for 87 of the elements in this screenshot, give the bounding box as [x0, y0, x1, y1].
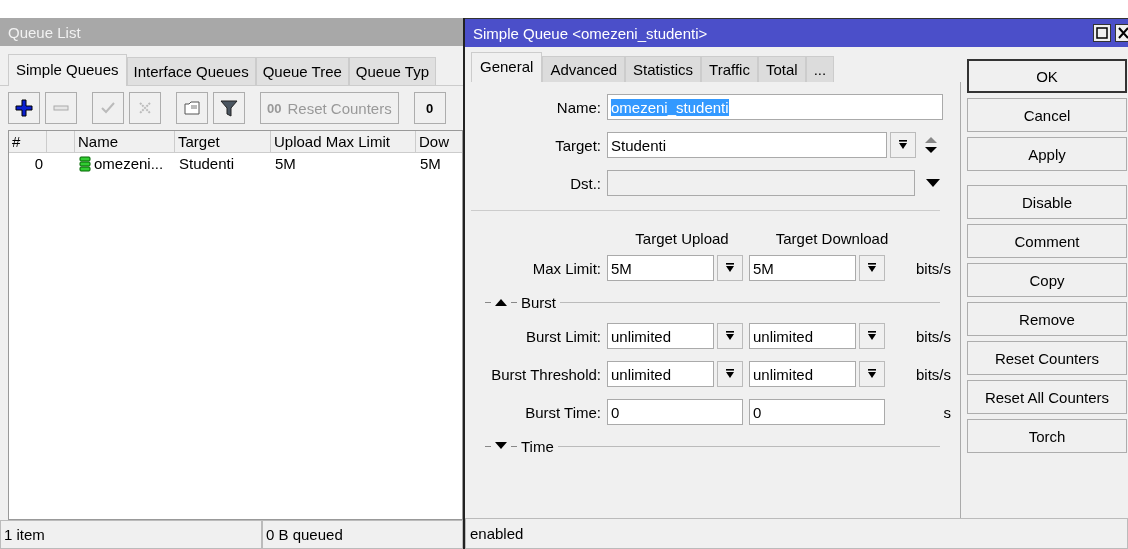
column-header[interactable]: #: [9, 131, 47, 152]
dropdown-button[interactable]: [890, 132, 916, 158]
dialog-button[interactable]: Comment: [967, 224, 1127, 258]
filter-icon: [220, 99, 238, 117]
maximize-icon[interactable]: [1093, 24, 1111, 42]
field-label: Target:: [555, 136, 601, 154]
dialog-button[interactable]: OK: [967, 59, 1127, 93]
dropdown-button[interactable]: [717, 361, 743, 387]
unit-label: s: [943, 403, 952, 421]
tab[interactable]: Queue Typ: [348, 57, 436, 85]
dropdown-arrow-icon: [867, 263, 877, 273]
dialog-button[interactable]: Apply: [967, 137, 1127, 171]
dialog-button[interactable]: Remove: [967, 302, 1127, 336]
target-field[interactable]: Studenti: [607, 132, 887, 158]
toolbar-button[interactable]: [8, 92, 40, 124]
value-field[interactable]: 5M: [607, 255, 714, 281]
dropdown-arrow-icon: [725, 369, 735, 379]
dropdown-arrow-icon: [867, 331, 877, 341]
column-header: Target Download: [775, 230, 889, 247]
section-toggle[interactable]: Burst: [471, 287, 960, 317]
tab[interactable]: Statistics: [625, 56, 702, 82]
tab[interactable]: Interface Queues: [126, 57, 256, 85]
tab[interactable]: Queue Tree: [255, 57, 349, 85]
column-header: Target Upload: [635, 230, 729, 247]
dropdown-arrow-icon: [725, 263, 735, 273]
dialog-button[interactable]: Cancel: [967, 98, 1127, 132]
dropdown-button[interactable]: [717, 255, 743, 281]
table-cell-text: Studenti: [178, 154, 236, 174]
field-label: Dst.:: [570, 174, 601, 192]
dropdown-arrow-icon: [898, 140, 908, 150]
dropdown-arrow-icon: [725, 331, 735, 341]
section-toggle[interactable]: Time: [471, 431, 960, 461]
dialog-button[interactable]: Disable: [967, 185, 1127, 219]
dropdown-triangle-icon[interactable]: [926, 178, 940, 188]
value-field[interactable]: unlimited: [749, 361, 856, 387]
close-icon[interactable]: [1115, 24, 1128, 42]
status-text: 1 item: [0, 520, 262, 549]
dropdown-button[interactable]: [717, 323, 743, 349]
value-field[interactable]: unlimited: [749, 323, 856, 349]
expand-triangle-icon: [495, 442, 507, 450]
plus-icon: [15, 99, 33, 117]
tab[interactable]: Total: [757, 56, 806, 82]
up-down-arrows-icon[interactable]: [924, 136, 938, 154]
column-header[interactable]: Upload Max Limit: [271, 131, 416, 152]
table-cell-text: 5M: [419, 154, 442, 174]
field-label: Burst Threshold:: [491, 365, 601, 383]
unit-label: bits/s: [916, 365, 952, 383]
column-header[interactable]: Target: [175, 131, 271, 152]
field-label: Name:: [556, 98, 601, 116]
dialog-button[interactable]: Torch: [967, 419, 1127, 453]
value-field[interactable]: unlimited: [607, 323, 714, 349]
column-header[interactable]: Dow: [416, 131, 462, 152]
unit-label: bits/s: [916, 259, 952, 277]
dropdown-button[interactable]: [859, 323, 885, 349]
value-field[interactable]: 5M: [749, 255, 856, 281]
note-icon: [183, 99, 201, 117]
window-title: Queue List: [0, 18, 463, 46]
field-label: Burst Time:: [525, 403, 601, 421]
tab[interactable]: Advanced: [542, 56, 626, 82]
table-row[interactable]: 0 omezeni... Studenti 5M 5M: [9, 153, 462, 174]
queue-icon: [79, 155, 91, 172]
tab[interactable]: ...: [805, 56, 835, 82]
value-field[interactable]: unlimited: [607, 361, 714, 387]
dialog-button[interactable]: Reset All Counters: [967, 380, 1127, 414]
table-cell-text: 0: [33, 154, 44, 174]
dropdown-button[interactable]: [859, 361, 885, 387]
field-label: Burst Limit:: [526, 327, 601, 345]
dropdown-button[interactable]: [859, 255, 885, 281]
toolbar-button[interactable]: 0: [413, 92, 446, 124]
toolbar-button[interactable]: [213, 92, 245, 124]
tab[interactable]: Simple Queues: [8, 54, 127, 86]
tab[interactable]: Traffic: [701, 56, 758, 82]
status-text: 0 B queued: [262, 520, 463, 549]
status-text: enabled: [465, 518, 1128, 549]
value-field[interactable]: 0: [607, 399, 743, 425]
collapse-triangle-icon: [495, 298, 507, 306]
dropdown-arrow-icon: [867, 369, 877, 379]
table-cell: omezeni...: [75, 153, 175, 174]
tab[interactable]: General: [471, 52, 543, 82]
window-title: Simple Queue <omezeni_studenti>: [473, 24, 709, 42]
value-field[interactable]: 0: [749, 399, 885, 425]
dialog-button[interactable]: Copy: [967, 263, 1127, 297]
unit-label: bits/s: [916, 327, 952, 345]
dialog-button[interactable]: Reset Counters: [967, 341, 1127, 375]
table-cell-text: 5M: [274, 154, 297, 174]
column-header[interactable]: Name: [75, 131, 175, 152]
field-label: Max Limit:: [532, 259, 601, 277]
